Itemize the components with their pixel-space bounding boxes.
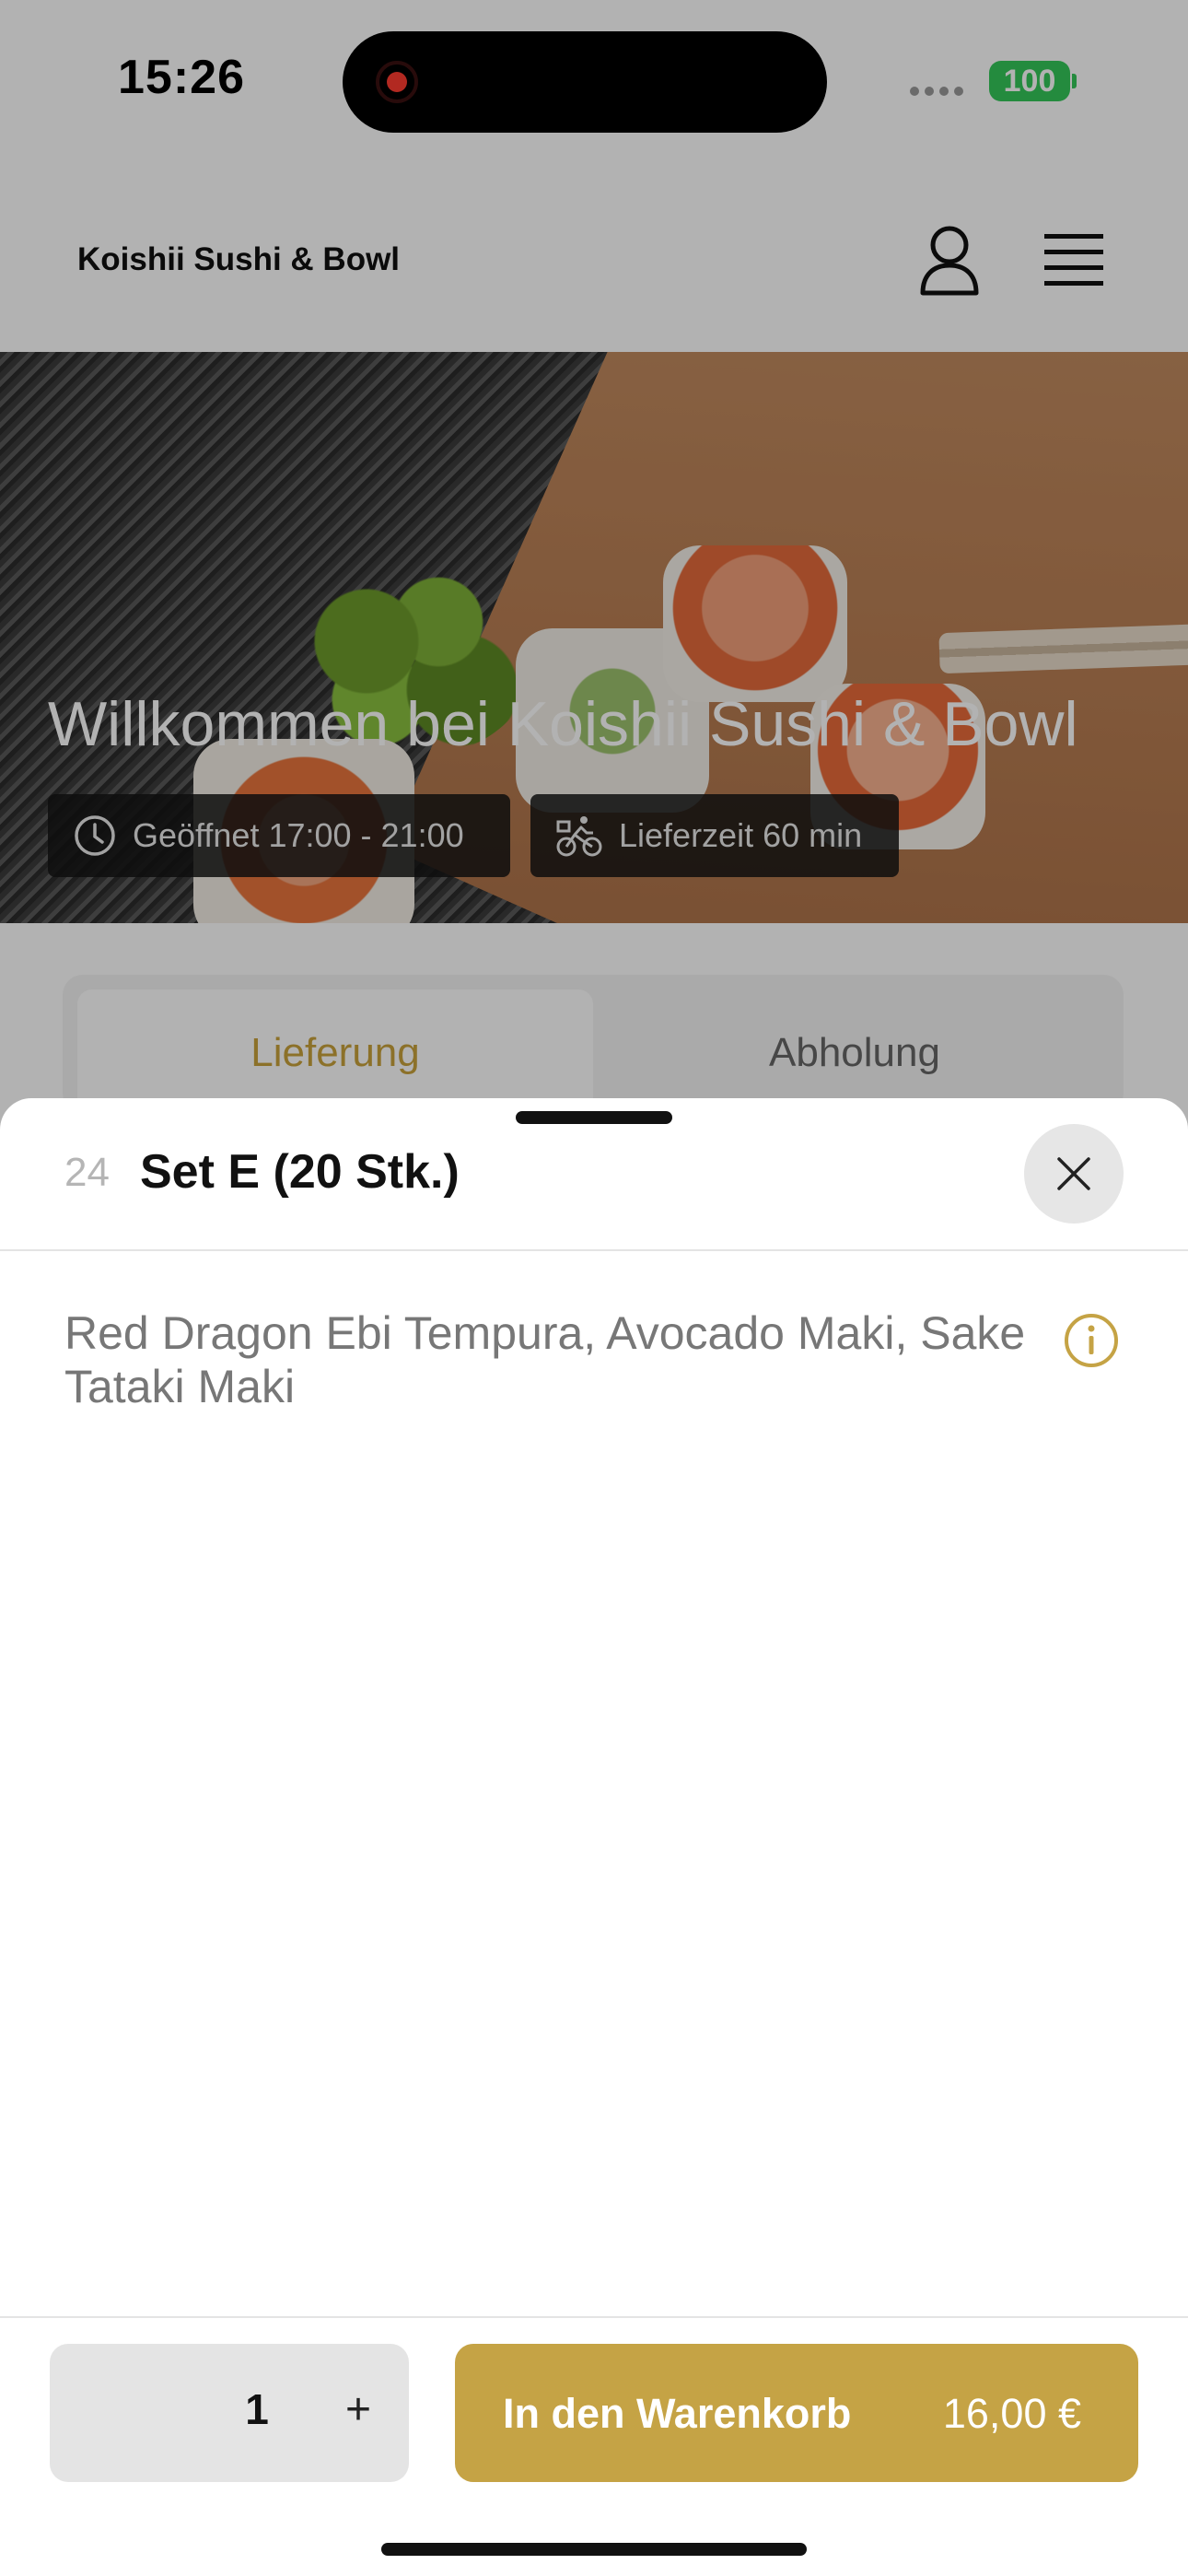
home-indicator: [381, 2543, 807, 2556]
add-to-cart-label: In den Warenkorb: [503, 2390, 852, 2437]
add-to-cart-button[interactable]: In den Warenkorb 16,00 €: [455, 2344, 1138, 2482]
item-description: Red Dragon Ebi Tempura, Avocado Maki, Sa…: [64, 1307, 1026, 1412]
info-icon[interactable]: [1063, 1312, 1120, 1369]
quantity-value: 1: [245, 2385, 269, 2433]
product-bottom-sheet: 24 Set E (20 Stk.) Red Dragon Ebi Tempur…: [0, 1098, 1188, 2576]
close-button[interactable]: [1024, 1124, 1124, 1224]
sheet-grabber[interactable]: [516, 1111, 672, 1124]
close-icon: [1057, 1157, 1090, 1190]
quantity-plus-button[interactable]: +: [326, 2377, 390, 2441]
sheet-divider: [0, 1249, 1188, 1251]
item-title: Set E (20 Stk.): [140, 1145, 460, 1199]
item-number: 24: [64, 1150, 110, 1195]
footer-divider: [0, 2316, 1188, 2318]
quantity-stepper: 1 +: [50, 2344, 409, 2482]
item-price: 16,00 €: [942, 2390, 1081, 2437]
